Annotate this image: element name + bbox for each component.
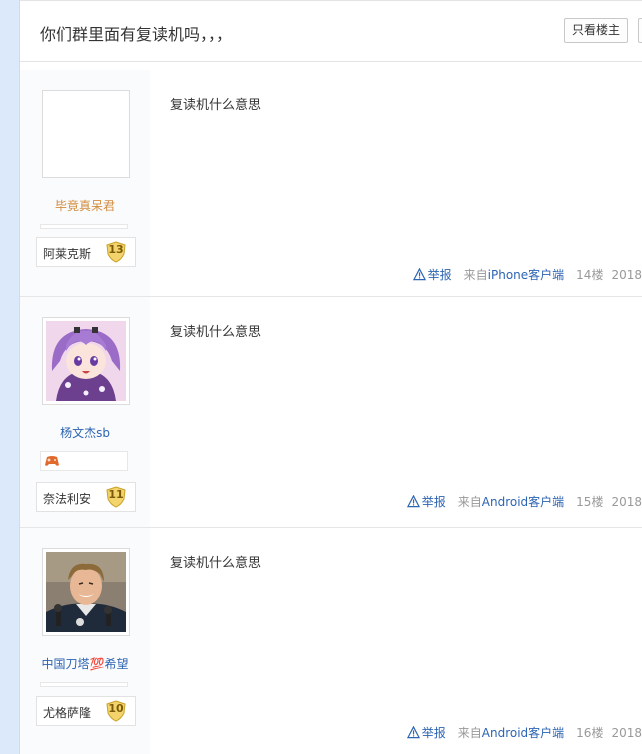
source-client-link[interactable]: Android客户端 <box>482 495 564 509</box>
author-name[interactable]: 毕竟真呆君 <box>20 197 150 214</box>
report-label: 举报 <box>421 495 446 509</box>
post-14: 毕竟真呆君 阿莱克斯 13 复读机什么意思 举报 来自iPhone客户端 14楼… <box>20 70 642 297</box>
header-extra-button[interactable] <box>638 18 642 43</box>
post-content: 复读机什么意思 <box>170 98 262 113</box>
level-name: 阿莱克斯 <box>43 247 92 261</box>
avatar[interactable] <box>42 90 130 178</box>
level-badge[interactable]: 奈法利安 11 <box>36 482 136 512</box>
post-16: 中国刀塔💯希望 尤格萨隆 10 复读机什么意思 举报 来自Android客户端 … <box>20 528 642 754</box>
report-link[interactable]: 举报 <box>406 724 446 741</box>
post-15: 杨文杰sb 奈法利安 11 复读机什么意思 举报 来自Android客户端 15… <box>20 297 642 528</box>
level-badge[interactable]: 阿莱克斯 13 <box>36 237 136 267</box>
author-name[interactable]: 中国刀塔💯希望 <box>20 655 150 672</box>
game-controller-icon <box>45 456 59 466</box>
source-client-link[interactable]: iPhone客户端 <box>488 268 565 282</box>
level-name: 奈法利安 <box>43 492 92 506</box>
author-column: 杨文杰sb 奈法利安 11 <box>20 297 150 527</box>
user-icon-strip <box>40 224 128 229</box>
user-icon-strip <box>40 682 128 687</box>
thread-title: 你们群里面有复读机吗，，， <box>40 25 233 44</box>
post-content: 复读机什么意思 <box>170 556 262 571</box>
avatar[interactable] <box>42 548 130 636</box>
avatar[interactable] <box>42 317 130 405</box>
floor-number: 16楼 <box>576 726 604 740</box>
post-date: 2018 <box>611 267 642 282</box>
level-name: 尤格萨隆 <box>43 706 92 720</box>
warning-icon <box>412 268 426 281</box>
source-client-link[interactable]: Android客户端 <box>482 726 564 740</box>
source-prefix: 来自 <box>457 726 482 740</box>
author-column: 中国刀塔💯希望 尤格萨隆 10 <box>20 528 150 754</box>
floor-number: 14楼 <box>576 268 604 282</box>
only-op-button[interactable]: 只看楼主 <box>564 18 628 43</box>
post-tail: 举报 来自Android客户端 16楼 2018 <box>406 724 642 741</box>
level-number: 11 <box>108 488 124 501</box>
post-source: 来自iPhone客户端 <box>464 266 565 283</box>
author-column: 毕竟真呆君 阿莱克斯 13 <box>20 70 150 296</box>
post-tail: 举报 来自Android客户端 15楼 2018 <box>406 493 642 510</box>
level-number: 13 <box>108 243 124 256</box>
report-label: 举报 <box>427 268 452 282</box>
user-icon-strip <box>40 451 128 471</box>
source-prefix: 来自 <box>463 268 488 282</box>
warning-icon <box>406 495 420 508</box>
level-badge[interactable]: 尤格萨隆 10 <box>36 696 136 726</box>
report-link[interactable]: 举报 <box>406 493 446 510</box>
thread-header: 你们群里面有复读机吗，，， 只看楼主 <box>20 0 642 62</box>
post-tail: 举报 来自iPhone客户端 14楼 2018 <box>412 266 642 283</box>
floor-number: 15楼 <box>576 495 604 509</box>
report-label: 举报 <box>421 726 446 740</box>
post-source: 来自Android客户端 <box>458 724 564 741</box>
post-content: 复读机什么意思 <box>170 325 262 340</box>
report-link[interactable]: 举报 <box>412 266 452 283</box>
post-date: 2018 <box>611 494 642 509</box>
warning-icon <box>406 726 420 739</box>
post-date: 2018 <box>611 725 642 740</box>
post-source: 来自Android客户端 <box>458 493 564 510</box>
left-side-strip <box>0 0 20 754</box>
level-number: 10 <box>108 702 124 715</box>
source-prefix: 来自 <box>457 495 482 509</box>
author-name[interactable]: 杨文杰sb <box>20 424 150 441</box>
